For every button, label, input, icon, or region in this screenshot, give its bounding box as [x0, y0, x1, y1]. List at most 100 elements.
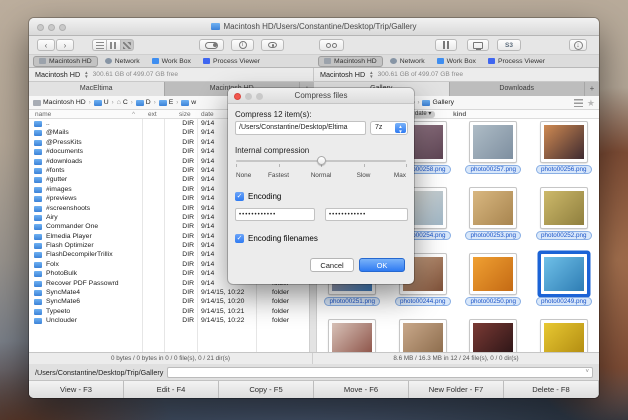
downloads-button[interactable]: ↓ [569, 39, 587, 51]
photo-thumbnail[interactable] [541, 254, 587, 294]
preview-button[interactable] [261, 39, 284, 51]
s3-connect-button[interactable]: S3 [497, 39, 521, 51]
breadcrumb-item-e[interactable]: E [159, 99, 174, 106]
network-share-button[interactable] [467, 39, 489, 51]
folder-icon [34, 140, 42, 146]
function-button-copy-f5[interactable]: Copy - F5 [219, 381, 314, 398]
device-tab-network[interactable]: Network [100, 56, 145, 67]
tab-maceltima[interactable]: MacEltima [29, 82, 165, 96]
photo-item-photo00250-png[interactable]: photo00250.png [458, 254, 529, 320]
folder-icon [34, 281, 42, 287]
function-button-edit-f4[interactable]: Edit - F4 [124, 381, 219, 398]
folder-icon [34, 224, 42, 230]
breadcrumb-item-gallery[interactable]: Gallery [422, 99, 454, 106]
archive-format-select[interactable]: 7z ▲▼ [370, 121, 408, 135]
favorite-star-icon[interactable]: ★ [587, 99, 595, 107]
chevron-down-icon[interactable]: ˅ [585, 369, 589, 375]
function-button-delete-f8[interactable]: Delete - F8 [504, 381, 599, 398]
queue-pause-button[interactable] [435, 39, 457, 51]
column-header-kind[interactable]: kind [453, 110, 466, 119]
dialog-titlebar: Compress files [228, 88, 414, 104]
file-name: FlashDecompilerTrillix [46, 250, 140, 259]
tab-downloads[interactable]: Downloads [450, 82, 586, 96]
breadcrumb-item-macintosh-hd[interactable]: Macintosh HD [33, 99, 86, 106]
encoding-filenames-checkbox[interactable]: ✓ [235, 234, 244, 243]
archive-path-field[interactable]: /Users/Constantine/Desktop/Eltima [235, 121, 366, 135]
photo-thumbnail[interactable] [470, 254, 516, 294]
device-tab-network[interactable]: Network [385, 56, 430, 67]
search-button[interactable] [319, 39, 344, 51]
folder-icon [34, 168, 42, 174]
photo-thumbnail[interactable] [541, 122, 587, 162]
drive-stepper-icon[interactable]: ▲▼ [84, 71, 88, 78]
device-tab-process-viewer[interactable]: Process Viewer [483, 56, 550, 67]
photo-item-photo00253-png[interactable]: photo00253.png [458, 188, 529, 254]
photo-thumbnail[interactable] [541, 320, 587, 352]
photo-thumbnail[interactable] [329, 320, 375, 352]
view-thumbnail-button[interactable] [120, 39, 134, 51]
list-mode-icon[interactable] [574, 99, 583, 107]
toggle-panels-button[interactable] [199, 39, 224, 51]
breadcrumb-separator: › [176, 100, 178, 106]
ok-button[interactable]: OK [359, 258, 405, 272]
compression-slider[interactable] [236, 160, 406, 162]
column-header-date[interactable]: date [201, 110, 214, 119]
photo-thumbnail[interactable] [470, 320, 516, 352]
photo-thumbnail[interactable] [470, 122, 516, 162]
command-input[interactable]: ˅ [167, 367, 593, 378]
breadcrumb-item-d[interactable]: D [136, 99, 151, 106]
file-row-syncmate4[interactable]: SyncMate4DIR9/14/15, 10:22folder [29, 288, 309, 297]
photo-item-photo00252-png[interactable]: photo00252.png [529, 188, 600, 254]
folder-icon [34, 187, 42, 193]
sort-column-date[interactable]: date ▾ [411, 111, 435, 118]
device-tab-process-viewer[interactable]: Process Viewer [198, 56, 265, 67]
photo-thumbnail[interactable] [470, 188, 516, 228]
slider-thumb[interactable] [317, 156, 326, 165]
function-button-view-f3[interactable]: View - F3 [29, 381, 124, 398]
photo-item[interactable] [388, 320, 459, 352]
encoding-checkbox[interactable]: ✓ [235, 192, 244, 201]
forward-button[interactable]: › [56, 39, 74, 51]
photo-item[interactable] [458, 320, 529, 352]
photo-item[interactable] [529, 320, 600, 352]
dialog-close-button[interactable] [234, 93, 241, 100]
info-button[interactable]: i [231, 39, 254, 51]
back-button[interactable]: ‹ [37, 39, 55, 51]
function-button-new-folder-f7[interactable]: New Folder - F7 [409, 381, 504, 398]
drive-name[interactable]: Macintosh HD [320, 70, 365, 79]
photo-thumbnail[interactable] [400, 320, 446, 352]
device-tab-work-box[interactable]: Work Box [147, 56, 196, 67]
network-icon [105, 58, 112, 64]
function-button-move-f6[interactable]: Move - F6 [314, 381, 409, 398]
column-header-ext[interactable]: ext [148, 110, 157, 119]
view-brief-button[interactable] [92, 39, 106, 51]
cancel-button[interactable]: Cancel [310, 258, 354, 272]
file-row-syncmate6[interactable]: SyncMate6DIR9/14/15, 10:20folder [29, 297, 309, 306]
breadcrumb-item-u[interactable]: U [94, 99, 109, 106]
breadcrumb-item-w[interactable]: w [181, 99, 196, 106]
drive-name[interactable]: Macintosh HD [35, 70, 80, 79]
new-tab-button-right[interactable]: + [585, 82, 599, 96]
device-tab-label: Work Box [162, 58, 191, 65]
device-tab-macintosh-hd[interactable]: Macintosh HD [33, 56, 98, 67]
device-tab-macintosh-hd[interactable]: Macintosh HD [318, 56, 383, 67]
eye-icon [268, 42, 277, 48]
breadcrumb-item-c[interactable]: ⌂C [117, 99, 128, 106]
password-field[interactable]: •••••••••••• [235, 208, 315, 221]
photo-item-photo00249-png[interactable]: photo00249.png [529, 254, 600, 320]
column-header-name[interactable]: name [35, 110, 51, 119]
file-row-unclouder[interactable]: UnclouderDIR9/14/15, 10:22folder [29, 316, 309, 325]
info-icon: i [239, 41, 247, 49]
device-tab-work-box[interactable]: Work Box [432, 56, 481, 67]
password-confirm-field[interactable]: •••••••••••• [325, 208, 408, 221]
view-full-button[interactable] [106, 39, 120, 51]
photo-thumbnail[interactable] [541, 188, 587, 228]
window-title: Macintosh HD/Users/Constantine/Desktop/T… [29, 18, 599, 36]
photo-item[interactable] [317, 320, 388, 352]
column-header-size[interactable]: size [179, 110, 191, 119]
drive-stepper-icon[interactable]: ▲▼ [369, 71, 373, 78]
photo-item-photo00256-png[interactable]: photo00256.png [529, 122, 600, 188]
photo-filename: photo00257.png [465, 165, 521, 174]
photo-item-photo00257-png[interactable]: photo00257.png [458, 122, 529, 188]
file-row-typeeto[interactable]: TypeetoDIR9/14/15, 10:21folder [29, 307, 309, 316]
